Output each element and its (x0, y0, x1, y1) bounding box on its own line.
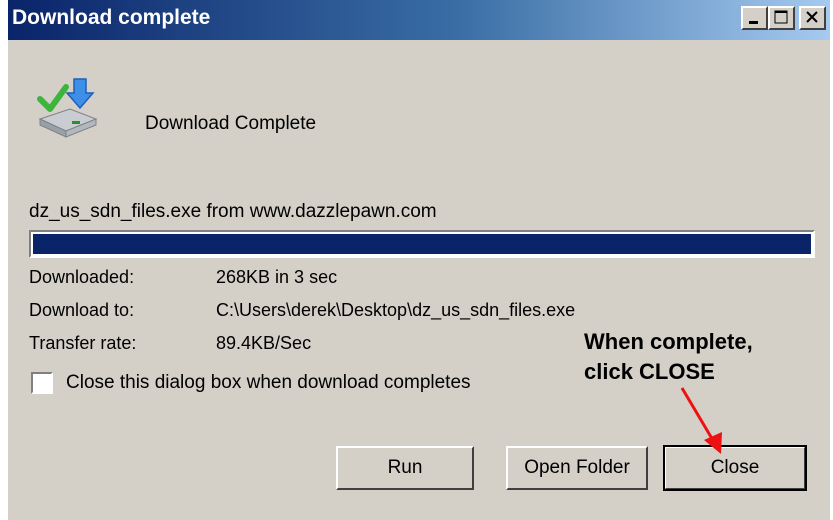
run-button[interactable]: Run (336, 446, 474, 490)
window-title: Download complete (12, 6, 211, 29)
maximize-icon (774, 10, 788, 24)
downloaded-value: 268KB in 3 sec (216, 267, 338, 287)
download-dialog: Download complete Download Complete dz_u… (8, 0, 830, 520)
annotation-line-1: When complete, (584, 329, 753, 354)
download-progress-bar (29, 230, 815, 258)
download-complete-icon (37, 78, 98, 138)
transfer-rate-label: Transfer rate: (29, 333, 137, 353)
download-to-label: Download to: (29, 300, 135, 320)
minimize-icon (749, 21, 758, 24)
title-bar[interactable]: Download complete (8, 0, 830, 40)
open-folder-button[interactable]: Open Folder (506, 446, 648, 490)
download-complete-heading: Download Complete (145, 113, 317, 134)
close-window-button[interactable] (799, 6, 826, 30)
close-icon (806, 11, 818, 23)
close-on-complete-checkbox[interactable] (31, 372, 53, 394)
annotation-arrow (680, 387, 722, 454)
annotation-text: When complete, click CLOSE (584, 327, 753, 387)
progress-fill (33, 234, 811, 254)
download-source-text: dz_us_sdn_files.exe from www.dazzlepawn.… (29, 201, 437, 222)
maximize-button[interactable] (768, 6, 795, 30)
close-button[interactable]: Close (663, 445, 807, 491)
minimize-button[interactable] (741, 6, 768, 30)
download-to-value: C:\Users\derek\Desktop\dz_us_sdn_files.e… (216, 300, 576, 320)
close-on-complete-label[interactable]: Close this dialog box when download comp… (66, 372, 471, 394)
downloaded-label: Downloaded: (29, 267, 135, 287)
transfer-rate-value: 89.4KB/Sec (216, 333, 312, 353)
annotation-line-2: click CLOSE (584, 359, 715, 384)
